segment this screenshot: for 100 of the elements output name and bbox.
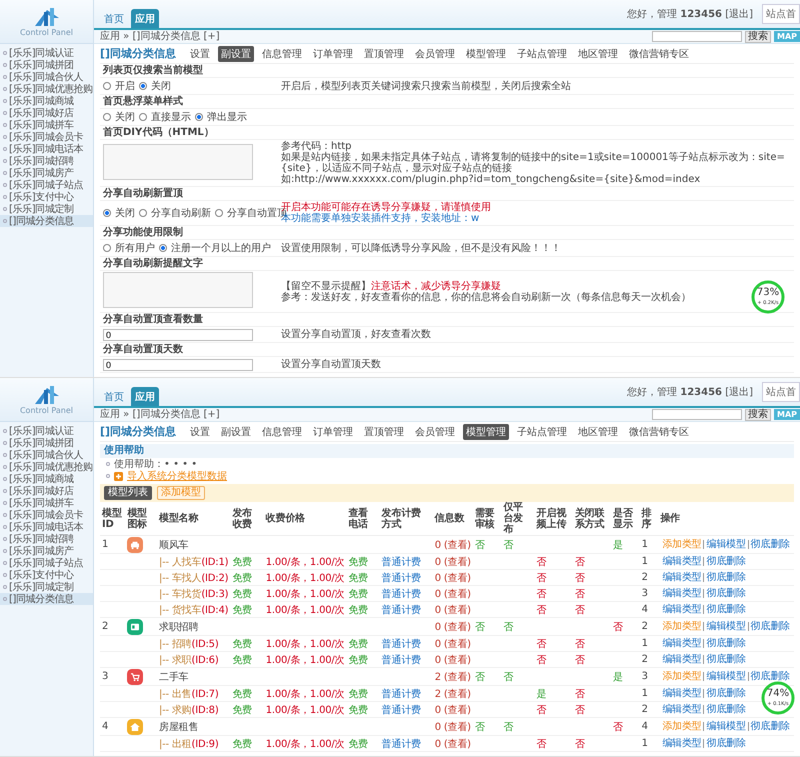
toolbar-button[interactable]: 模型列表	[104, 486, 152, 500]
sidebar-item[interactable]: [乐乐]同城合伙人	[0, 449, 93, 461]
module-tab[interactable]: 地区管理	[575, 46, 622, 62]
radio-button[interactable]	[103, 244, 111, 252]
action-link[interactable]: 编辑类型	[660, 689, 704, 698]
module-tab[interactable]: 微信营销专区	[626, 424, 692, 440]
action-link[interactable]: 彻底删除	[703, 705, 748, 714]
sidebar-item[interactable]: [乐乐]同城招聘	[0, 533, 93, 545]
radio-button[interactable]	[159, 244, 167, 252]
sidebar-item[interactable]: [乐乐]同城优惠抢购	[0, 83, 93, 95]
action-link[interactable]: 编辑类型	[660, 589, 704, 598]
action-link[interactable]: 编辑模型	[703, 540, 748, 549]
action-link[interactable]: 编辑类型	[660, 739, 704, 748]
module-tab[interactable]: 设置	[187, 424, 214, 440]
sidebar-item[interactable]: [乐乐]同城会员卡	[0, 131, 93, 143]
action-link[interactable]: 彻底删除	[703, 557, 748, 566]
sidebar-item[interactable]: [乐乐]同城定制	[0, 581, 93, 593]
search-button[interactable]: 搜索	[744, 408, 771, 420]
action-link[interactable]: 编辑类型	[660, 655, 704, 664]
module-tab[interactable]: 副设置	[218, 424, 254, 440]
action-link[interactable]: 编辑类型	[660, 573, 704, 582]
module-tab[interactable]: 子站点管理	[514, 424, 570, 440]
nav-tab[interactable]: 首页	[100, 387, 128, 406]
radio-button[interactable]	[215, 209, 223, 217]
module-tab[interactable]: 订单管理	[310, 424, 356, 440]
sidebar-item[interactable]: [乐乐]支付中心	[0, 569, 93, 581]
sidebar-item[interactable]: [乐乐]同城会员卡	[0, 509, 93, 521]
home-button[interactable]: 站点首	[762, 382, 800, 402]
action-link[interactable]: 彻底删除	[748, 540, 792, 549]
module-tab[interactable]: 模型管理	[463, 424, 510, 440]
nav-tab[interactable]: 首页	[100, 9, 128, 28]
module-tab[interactable]: 信息管理	[259, 424, 306, 440]
module-tab[interactable]: 地区管理	[575, 424, 622, 440]
action-link[interactable]: 编辑类型	[660, 705, 704, 714]
sidebar-item[interactable]: [乐乐]同城拼团	[0, 59, 93, 71]
radio-button[interactable]	[139, 209, 147, 217]
sidebar-item[interactable]: [乐乐]同城定制	[0, 203, 93, 215]
module-tab[interactable]: 子站点管理	[514, 46, 570, 62]
radio-button[interactable]	[103, 113, 111, 121]
search-field[interactable]	[652, 409, 742, 420]
table-cell: |-- 车找人(ID:2)	[158, 572, 228, 584]
sidebar-item[interactable]: [乐乐]同城商城	[0, 95, 93, 107]
sidebar-item[interactable]: [乐乐]同城拼团	[0, 437, 93, 449]
action-link[interactable]: 彻底删除	[703, 655, 748, 664]
action-link[interactable]: 彻底删除	[703, 573, 748, 582]
search-field[interactable]	[652, 31, 742, 42]
sidebar-item[interactable]: [乐乐]同城拼车	[0, 497, 93, 509]
radio-button[interactable]	[195, 113, 203, 121]
radio-button[interactable]	[103, 209, 111, 217]
module-tab[interactable]: 副设置	[218, 46, 254, 62]
input-field[interactable]: 0	[103, 328, 253, 340]
module-tab[interactable]: 置顶管理	[361, 424, 408, 440]
sidebar-item[interactable]: [乐乐]同城好店	[0, 485, 93, 497]
action-link[interactable]: 彻底删除	[748, 722, 792, 731]
radio-button[interactable]	[139, 113, 147, 121]
home-button[interactable]: 站点首	[762, 4, 800, 24]
action-link[interactable]: 彻底删除	[748, 622, 792, 631]
sidebar-item[interactable]: [乐乐]同城合伙人	[0, 71, 93, 83]
radio-button[interactable]	[103, 82, 111, 90]
sidebar-item[interactable]: [乐乐]同城房产	[0, 167, 93, 179]
action-link[interactable]: 编辑模型	[703, 672, 748, 681]
module-tab[interactable]: 模型管理	[463, 46, 510, 62]
action-link[interactable]: 彻底删除	[703, 605, 748, 614]
module-tab[interactable]: 订单管理	[310, 46, 356, 62]
sidebar-item[interactable]: []同城分类信息	[0, 215, 93, 227]
sidebar-item[interactable]: [乐乐]同城商城	[0, 473, 93, 485]
module-tab[interactable]: 信息管理	[259, 46, 306, 62]
module-tab[interactable]: 微信营销专区	[626, 46, 692, 62]
sidebar-item[interactable]: [乐乐]同城子站点	[0, 557, 93, 569]
sidebar-item[interactable]: [乐乐]同城拼车	[0, 119, 93, 131]
module-tab[interactable]: 设置	[187, 46, 214, 62]
search-button[interactable]: 搜索	[744, 30, 771, 42]
nav-tab[interactable]: 应用	[131, 387, 159, 406]
table-cell: 房屋租售	[158, 722, 198, 732]
action-link[interactable]: 彻底删除	[703, 639, 748, 648]
sidebar-item[interactable]: [乐乐]同城认证	[0, 47, 93, 59]
action-link[interactable]: 编辑类型	[660, 639, 704, 648]
radio-button[interactable]	[139, 82, 147, 90]
action-link[interactable]: 编辑类型	[660, 605, 704, 614]
input-field[interactable]: 0	[103, 358, 253, 370]
module-tab[interactable]: 会员管理	[412, 424, 458, 440]
action-link[interactable]: 编辑模型	[703, 622, 748, 631]
action-link[interactable]: 编辑类型	[660, 557, 704, 566]
action-link[interactable]: 彻底删除	[703, 689, 748, 698]
nav-tab[interactable]: 应用	[131, 9, 159, 28]
sidebar-item[interactable]: []同城分类信息	[0, 593, 93, 605]
sidebar-item[interactable]: [乐乐]同城子站点	[0, 179, 93, 191]
action-link[interactable]: 编辑模型	[703, 722, 748, 731]
sidebar-item[interactable]: [乐乐]同城电话本	[0, 521, 93, 533]
module-tab[interactable]: 会员管理	[412, 46, 458, 62]
sidebar-item[interactable]: [乐乐]同城好店	[0, 107, 93, 119]
action-link[interactable]: 彻底删除	[703, 589, 748, 598]
sidebar-item[interactable]: [乐乐]同城认证	[0, 425, 93, 437]
sidebar-item[interactable]: [乐乐]同城房产	[0, 545, 93, 557]
sidebar-item[interactable]: [乐乐]同城招聘	[0, 155, 93, 167]
action-link[interactable]: 彻底删除	[703, 739, 748, 748]
module-tab[interactable]: 置顶管理	[361, 46, 408, 62]
sidebar-item[interactable]: [乐乐]支付中心	[0, 191, 93, 203]
sidebar-item[interactable]: [乐乐]同城电话本	[0, 143, 93, 155]
sidebar-item[interactable]: [乐乐]同城优惠抢购	[0, 461, 93, 473]
